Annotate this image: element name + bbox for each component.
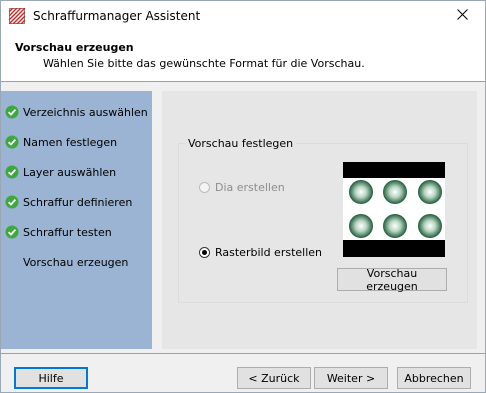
create-preview-button[interactable]: Vorschau erzeugen [337,267,447,293]
close-icon [456,9,468,23]
step-label: Namen festlegen [23,135,118,149]
step-label: Vorschau erzeugen [23,255,129,269]
radio-raster-indicator[interactable] [199,247,210,258]
next-button[interactable]: Weiter > [314,367,388,389]
page-subtitle: Wählen Sie bitte das gewünschte Format f… [43,57,365,70]
radio-dia[interactable]: Dia erstellen [199,181,285,194]
step-namen: Namen festlegen [5,133,117,151]
radio-dia-indicator[interactable] [199,182,210,193]
step-label: Schraffur testen [23,225,112,239]
radio-dia-label: Dia erstellen [215,181,285,194]
step-schraffur-definieren: Schraffur definieren [5,193,132,211]
hatch-manager-icon [8,7,26,25]
wizard-header: Vorschau erzeugen Wählen Sie bitte das g… [1,31,485,82]
footer-divider [1,353,485,354]
step-layer: Layer auswählen [5,163,116,181]
radio-raster-label: Rasterbild erstellen [215,246,323,259]
page-title: Vorschau erzeugen [15,41,134,54]
wizard-steps-sidebar: Verzeichnis auswählen Namen festlegen La… [1,91,152,349]
wizard-window: Schraffurmanager Assistent Vorschau erze… [0,0,486,393]
preview-settings-group: Vorschau festlegen Dia erstellen Rasterb… [178,137,468,303]
back-button[interactable]: < Zurück [237,367,311,389]
step-label: Schraffur definieren [23,195,133,209]
wizard-content: Vorschau festlegen Dia erstellen Rasterb… [162,91,477,349]
step-label: Verzeichnis auswählen [23,105,148,119]
step-vorschau-current: Vorschau erzeugen [23,253,128,271]
check-circle-icon [5,135,19,149]
help-button[interactable]: Hilfe [14,367,88,389]
radio-raster[interactable]: Rasterbild erstellen [199,246,322,259]
close-button[interactable] [439,1,485,31]
step-label: Layer auswählen [23,165,117,179]
cancel-button[interactable]: Abbrechen [397,367,471,389]
group-legend: Vorschau festlegen [185,137,297,150]
check-circle-icon [5,225,19,239]
window-title: Schraffurmanager Assistent [33,9,201,23]
check-circle-icon [5,195,19,209]
step-schraffur-testen: Schraffur testen [5,223,112,241]
check-circle-icon [5,165,19,179]
step-verzeichnis: Verzeichnis auswählen [5,103,148,121]
title-bar: Schraffurmanager Assistent [1,1,485,31]
check-circle-icon [5,105,19,119]
hatch-preview-image [343,162,445,257]
